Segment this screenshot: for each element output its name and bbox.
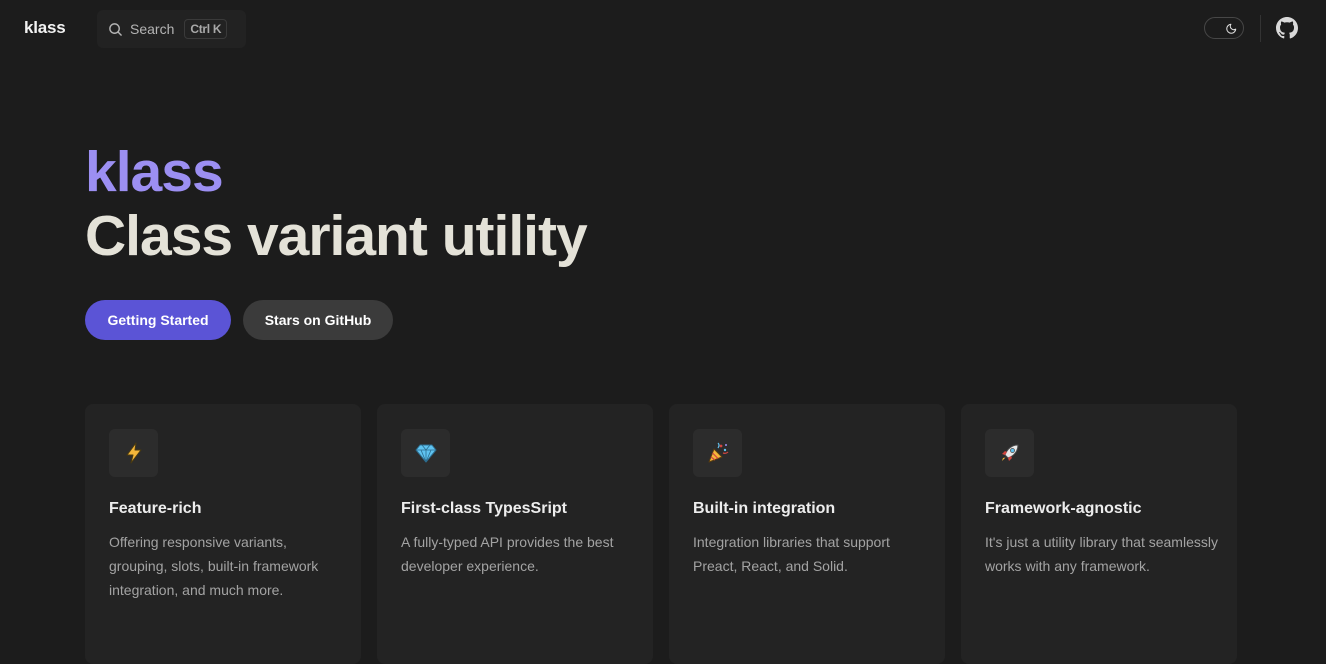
search-shortcut: Ctrl K bbox=[184, 19, 228, 39]
gem-icon bbox=[401, 429, 450, 477]
getting-started-button[interactable]: Getting Started bbox=[85, 300, 231, 340]
feature-card-feature-rich: Feature-rich Offering responsive variant… bbox=[85, 404, 361, 664]
search-icon bbox=[108, 22, 123, 37]
feature-title: Framework-agnostic bbox=[985, 500, 1142, 517]
feature-description: Integration libraries that support Preac… bbox=[693, 534, 890, 574]
github-icon[interactable] bbox=[1276, 17, 1298, 39]
hero-title: Class variant utility bbox=[85, 204, 588, 268]
site-logo[interactable]: klass bbox=[24, 18, 66, 38]
lightning-icon bbox=[109, 429, 158, 477]
feature-card-framework-agnostic: Framework-agnostic It's just a utility l… bbox=[961, 404, 1237, 664]
theme-toggle[interactable] bbox=[1204, 17, 1244, 39]
feature-card-integration: Built-in integration Integration librari… bbox=[669, 404, 945, 664]
feature-description: Offering responsive variants, grouping, … bbox=[109, 534, 319, 598]
rocket-icon bbox=[985, 429, 1034, 477]
feature-title: First-class TypesSript bbox=[401, 500, 567, 517]
search-button[interactable]: Search Ctrl K bbox=[97, 10, 246, 48]
moon-icon bbox=[1224, 20, 1240, 36]
feature-description: It's just a utility library that seamles… bbox=[985, 534, 1218, 574]
top-navigation: klass Search Ctrl K bbox=[0, 0, 1326, 57]
feature-description: A fully-typed API provides the best deve… bbox=[401, 534, 614, 574]
feature-title: Built-in integration bbox=[693, 500, 836, 517]
feature-card-typescript: First-class TypesSript A fully-typed API… bbox=[377, 404, 653, 664]
hero-brand: klass bbox=[85, 140, 224, 204]
stars-on-github-button[interactable]: Stars on GitHub bbox=[243, 300, 393, 340]
search-label: Search bbox=[130, 21, 175, 37]
party-popper-icon bbox=[693, 429, 742, 477]
header-divider bbox=[1260, 15, 1261, 42]
feature-title: Feature-rich bbox=[109, 500, 202, 517]
